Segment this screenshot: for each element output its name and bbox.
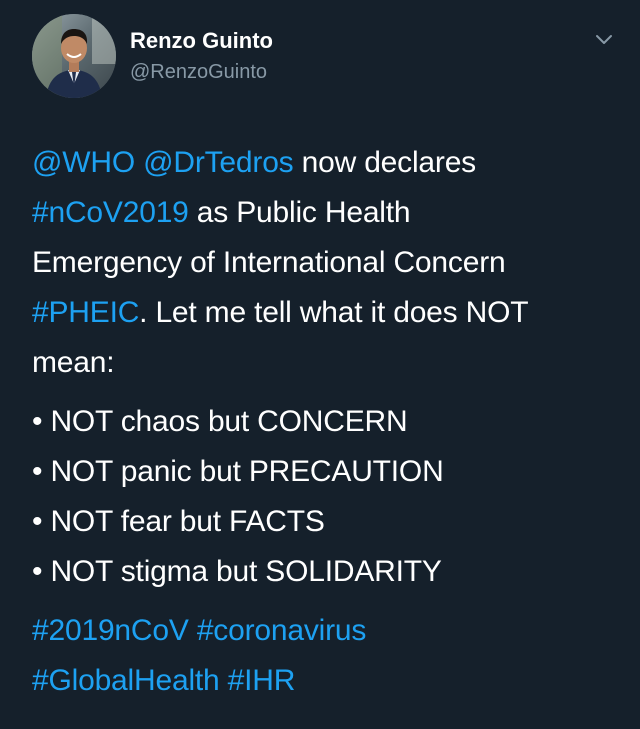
tweet-paragraph: @WHO @DrTedros now declares #nCoV2019 as… — [32, 138, 612, 388]
tweet-text-segment: . Let me tell what it does NOT — [139, 296, 529, 329]
chevron-down-icon[interactable] — [592, 28, 616, 52]
hashtag-globalhealth[interactable]: #GlobalHealth — [32, 664, 220, 697]
bullet-item: • NOT stigma but SOLIDARITY — [32, 555, 442, 588]
tweet-text-segment: mean: — [32, 346, 115, 379]
profile-photo-icon — [32, 14, 116, 98]
hashtag-ihr[interactable]: #IHR — [228, 664, 296, 697]
avatar[interactable] — [32, 14, 116, 98]
tweet-text-segment: Emergency of International Concern — [32, 246, 506, 279]
tweet-header: Renzo Guinto @RenzoGuinto — [32, 14, 622, 98]
bullet-item: • NOT fear but FACTS — [32, 505, 325, 538]
hashtag-ncov2019[interactable]: #nCoV2019 — [32, 196, 189, 229]
bullet-item: • NOT panic but PRECAUTION — [32, 455, 444, 488]
hashtag-coronavirus[interactable]: #coronavirus — [197, 614, 367, 647]
tweet-text-segment: now declares — [293, 146, 477, 179]
hashtag-line: #GlobalHealth #IHR — [32, 656, 612, 706]
hashtag-pheic[interactable]: #PHEIC — [32, 296, 139, 329]
tweet-text-segment: as Public Health — [188, 196, 411, 229]
mention-who[interactable]: @WHO — [32, 146, 135, 179]
author-display-name[interactable]: Renzo Guinto — [130, 28, 273, 54]
bullet-item: • NOT chaos but CONCERN — [32, 405, 408, 438]
author-handle[interactable]: @RenzoGuinto — [130, 59, 273, 85]
hashtag-block: #2019nCoV #coronavirus #GlobalHealth #IH… — [32, 606, 612, 706]
hashtag-line: #2019nCoV #coronavirus — [32, 606, 612, 656]
bullet-list: • NOT chaos but CONCERN • NOT panic but … — [32, 397, 612, 597]
hashtag-2019ncov[interactable]: #2019nCoV — [32, 614, 189, 647]
author-names: Renzo Guinto @RenzoGuinto — [130, 28, 273, 85]
mention-drtedros[interactable]: @DrTedros — [143, 146, 294, 179]
tweet-text: @WHO @DrTedros now declares #nCoV2019 as… — [32, 138, 612, 706]
